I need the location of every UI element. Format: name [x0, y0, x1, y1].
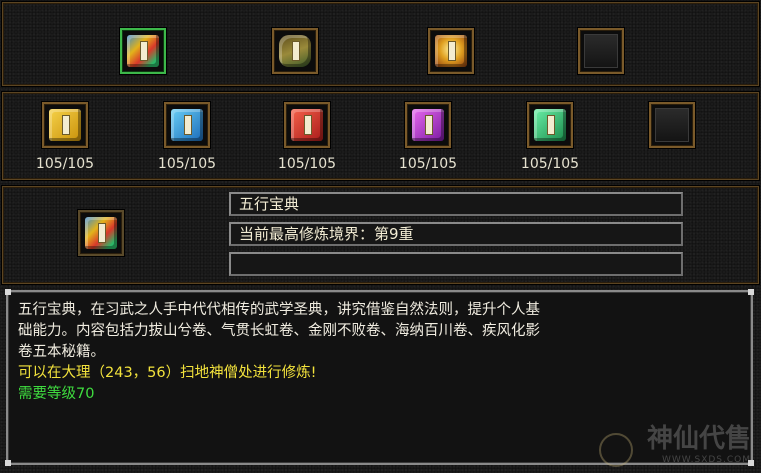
- empty-slot-icon: [655, 108, 689, 142]
- watermark-url: WWW.SXDS.COM: [661, 455, 751, 465]
- corner-ornament: [748, 289, 754, 295]
- empty-slot-icon: [584, 34, 618, 68]
- book-count-blue: 105/105: [157, 156, 217, 172]
- book-count-yellow: 105/105: [35, 156, 95, 172]
- description-line: 五行宝典，在习武之人手中代代相传的武学圣典，讲究借鉴自然法则，提升个人基: [18, 302, 540, 318]
- yellow-book-icon: [49, 109, 81, 141]
- scroll-bundle-icon: [279, 35, 311, 67]
- wuxing-baodian-book-icon: [85, 217, 117, 249]
- watermark: 神仙代售 WWW.SXDS.COM: [647, 418, 751, 465]
- extra-field: [229, 252, 683, 276]
- level-requirement: 需要等级70: [18, 386, 95, 402]
- wuxing-baodian-book-icon: [127, 35, 159, 67]
- book-count-red: 105/105: [277, 156, 337, 172]
- book-slot-yellow[interactable]: [42, 102, 88, 148]
- description-text: 五行宝典，在习武之人手中代代相传的武学圣典，讲究借鉴自然法则，提升个人基 础能力…: [18, 300, 738, 405]
- purple-book-icon: [412, 109, 444, 141]
- golden-treasure-icon: [435, 35, 467, 67]
- description-line: 卷五本秘籍。: [18, 344, 105, 360]
- corner-ornament: [5, 289, 11, 295]
- blue-book-icon: [171, 109, 203, 141]
- item-name-field: 五行宝典: [229, 192, 683, 216]
- book-slot-blue[interactable]: [164, 102, 210, 148]
- top-row-panel: [2, 2, 759, 86]
- book-count-green: 105/105: [520, 156, 580, 172]
- book-slot-purple[interactable]: [405, 102, 451, 148]
- book-slot-green[interactable]: [527, 102, 573, 148]
- detail-selected-slot[interactable]: [78, 210, 124, 256]
- book-slot-red[interactable]: [284, 102, 330, 148]
- books-row-panel: [2, 92, 759, 180]
- corner-ornament: [5, 460, 11, 466]
- watermark-logo: 神仙代售: [646, 424, 751, 454]
- green-book-icon: [534, 109, 566, 141]
- top-slot-empty[interactable]: [578, 28, 624, 74]
- description-box: 五行宝典，在习武之人手中代代相传的武学圣典，讲究借鉴自然法则，提升个人基 础能力…: [5, 289, 754, 466]
- red-book-icon: [291, 109, 323, 141]
- description-line: 础能力。内容包括力拔山兮卷、气贯长虹卷、金刚不败卷、海纳百川卷、疾风化影: [18, 323, 540, 339]
- watermark-mascot-icon: [599, 433, 633, 467]
- book-slot-empty[interactable]: [649, 102, 695, 148]
- realm-field: 当前最高修炼境界：第9重: [229, 222, 683, 246]
- training-location: 可以在大理（243，56）扫地神僧处进行修炼!: [18, 365, 317, 381]
- top-slot-scroll-bundle[interactable]: [272, 28, 318, 74]
- book-count-purple: 105/105: [398, 156, 458, 172]
- top-slot-golden-treasure[interactable]: [428, 28, 474, 74]
- top-slot-wuxing-baodian[interactable]: [120, 28, 166, 74]
